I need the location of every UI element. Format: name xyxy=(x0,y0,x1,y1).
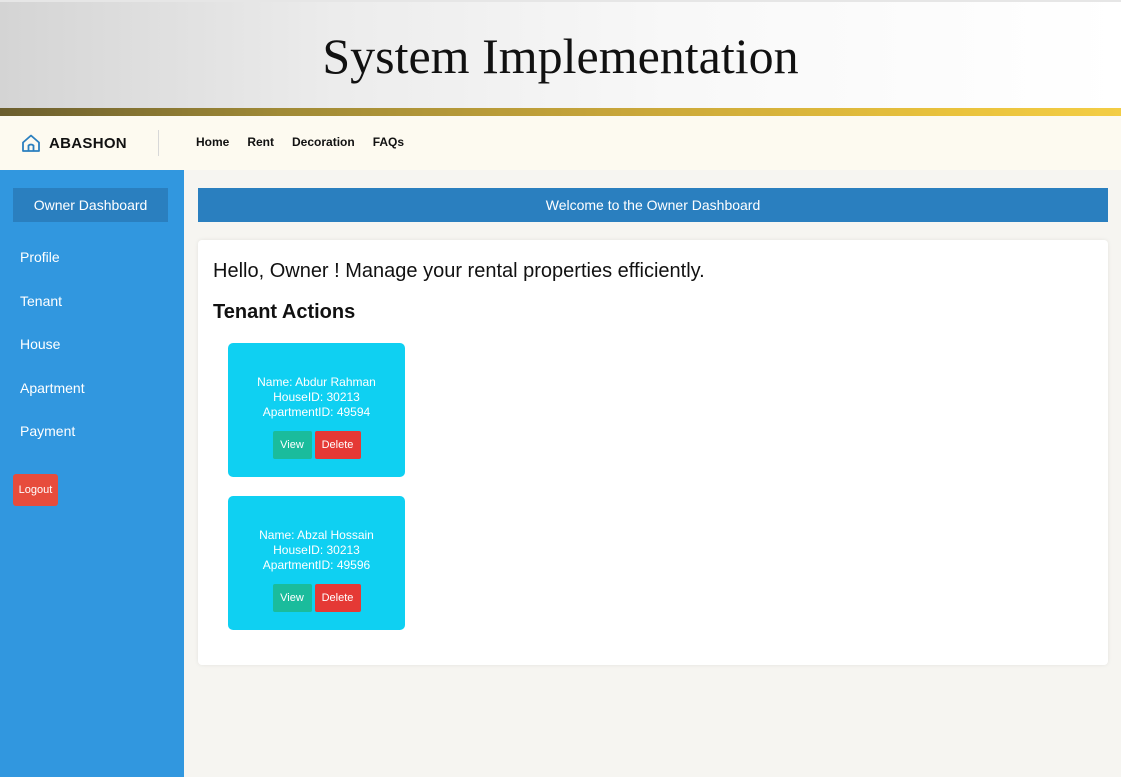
tenant-house-id: HouseID: 30213 xyxy=(273,390,360,404)
nav-link-decoration[interactable]: Decoration xyxy=(292,135,355,149)
tenant-info: Name: Abdur Rahman HouseID: 30213 Apartm… xyxy=(228,375,405,420)
tenant-name: Name: Abzal Hossain xyxy=(259,528,374,542)
tenant-house-id: HouseID: 30213 xyxy=(273,543,360,557)
sidebar-title[interactable]: Owner Dashboard xyxy=(13,188,168,222)
sidebar-item-tenant[interactable]: Tenant xyxy=(20,293,62,309)
sidebar-item-profile[interactable]: Profile xyxy=(20,249,60,265)
section-heading: Tenant Actions xyxy=(213,301,356,323)
gold-divider-bar xyxy=(0,108,1121,116)
tenant-card: Name: Abdur Rahman HouseID: 30213 Apartm… xyxy=(228,343,405,477)
tenant-actions: View Delete xyxy=(228,584,405,612)
nav-divider xyxy=(158,130,159,156)
tenant-apartment-id: ApartmentID: 49596 xyxy=(262,558,371,572)
logout-button[interactable]: Logout xyxy=(13,474,58,506)
delete-button[interactable]: Delete xyxy=(314,431,361,459)
sidebar-item-apartment[interactable]: Apartment xyxy=(20,380,85,396)
brand[interactable]: ABASHON xyxy=(21,133,127,153)
sidebar-item-payment[interactable]: Payment xyxy=(20,423,75,439)
sidebar: Owner Dashboard Profile Tenant House Apa… xyxy=(0,170,184,777)
slide-title: System Implementation xyxy=(322,28,799,84)
house-icon xyxy=(22,134,40,152)
view-button[interactable]: View xyxy=(272,584,312,612)
tenant-name: Name: Abdur Rahman xyxy=(257,375,376,389)
delete-button[interactable]: Delete xyxy=(314,584,361,612)
brand-name: ABASHON xyxy=(49,134,127,152)
tenant-actions: View Delete xyxy=(228,431,405,459)
content-card: Hello, Owner ! Manage your rental proper… xyxy=(198,240,1108,665)
sidebar-item-house[interactable]: House xyxy=(20,336,60,352)
nav-link-faqs[interactable]: FAQs xyxy=(373,135,404,149)
greeting-text: Hello, Owner ! Manage your rental proper… xyxy=(213,260,705,282)
nav-links: Home Rent Decoration FAQs xyxy=(196,135,404,149)
top-navbar: ABASHON Home Rent Decoration FAQs xyxy=(0,116,1121,170)
nav-link-rent[interactable]: Rent xyxy=(247,135,274,149)
main-content: Welcome to the Owner Dashboard Hello, Ow… xyxy=(184,170,1121,777)
view-button[interactable]: View xyxy=(272,431,312,459)
tenant-apartment-id: ApartmentID: 49594 xyxy=(262,405,371,419)
tenant-card: Name: Abzal Hossain HouseID: 30213 Apart… xyxy=(228,496,405,630)
nav-link-home[interactable]: Home xyxy=(196,135,229,149)
welcome-banner: Welcome to the Owner Dashboard xyxy=(198,188,1108,222)
slide-header: System Implementation xyxy=(0,0,1121,108)
tenant-info: Name: Abzal Hossain HouseID: 30213 Apart… xyxy=(228,528,405,573)
